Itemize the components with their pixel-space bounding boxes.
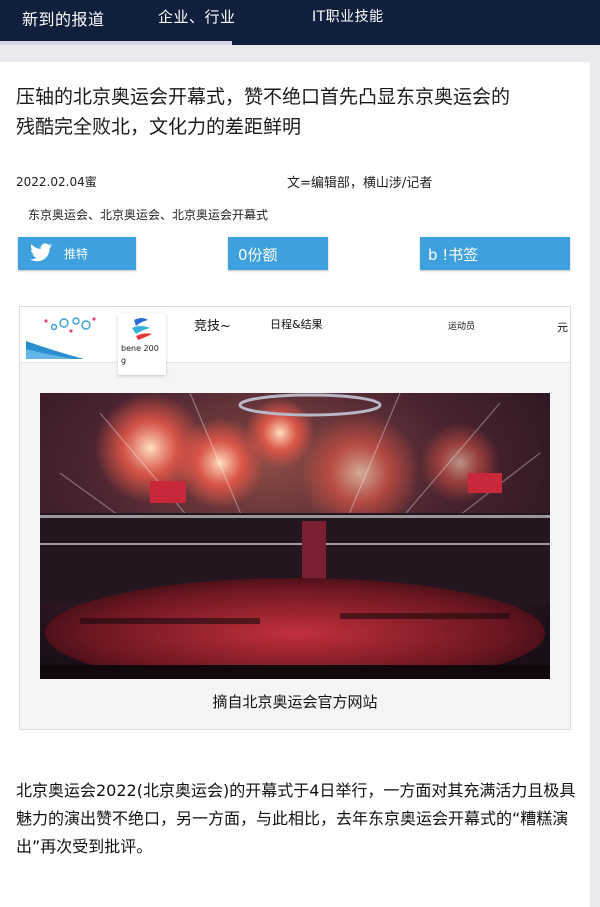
opening-ceremony-photo [40,393,550,679]
tab-enterprise-industry[interactable]: 企业、行业 [158,6,236,27]
twitter-share-button[interactable]: 推特 [18,237,136,270]
embed-nav-athletes[interactable]: 运动员 [448,319,475,332]
beijing-2022-emblem[interactable]: bene 200 g [118,313,166,375]
embed-nav-more[interactable]: 元 [557,319,568,335]
headline-line-1: 压轴的北京奥运会开幕式，赞不绝口首先凸显东京奥运会的 [16,86,511,108]
embed-nav-schedule-results[interactable]: 日程&结果 [270,316,323,332]
twitter-label: 推特 [64,247,89,261]
tab-it-skills[interactable]: IT职业技能 [312,6,384,26]
photo-caption: 摘自北京奥运会官方网站 [212,693,378,711]
headline-line-2: 残酷完全败北，文化力的差距鲜明 [16,116,302,138]
snowflake-pattern-logo [26,317,96,359]
embedded-screenshot: bene 200 g 竞技~ 日程&结果 运动员 元 摘自北京奥运会官方网站 [19,306,571,730]
bookmark-button[interactable]: b !书签 [420,237,570,270]
embed-nav-sports[interactable]: 竞技~ [194,315,231,334]
twitter-bird-icon [30,243,52,262]
share-count-button[interactable]: 0份额 [228,237,328,270]
share-count-label: 0份额 [238,246,278,264]
emblem-caption: bene 200 g [121,344,159,365]
embedded-site-header: bene 200 g 竞技~ 日程&结果 运动员 元 [20,307,570,375]
olympic-emblem-icon [132,318,152,340]
article-body: 北京奥运会2022(北京奥运会)的开幕式于4日举行，一方面对其充满活力且极具魅力… [16,781,576,856]
bookmark-label: b !书签 [428,246,479,264]
article-tags[interactable]: 东京奥运会、北京奥运会、北京奥运会开幕式 [28,206,268,223]
active-tab-indicator [0,41,232,45]
tab-new-reports[interactable]: 新到的报道 [22,6,105,30]
top-nav: 新到的报道 企业、行业 IT职业技能 [0,0,600,45]
publish-date: 2022.02.04蜜 [16,175,97,189]
author-byline: 文=编辑部，横山涉/记者 [287,176,433,191]
article-headline: 压轴的北京奥运会开幕式，赞不绝口首先凸显东京奥运会的 残酷完全败北，文化力的差距… [16,82,576,142]
